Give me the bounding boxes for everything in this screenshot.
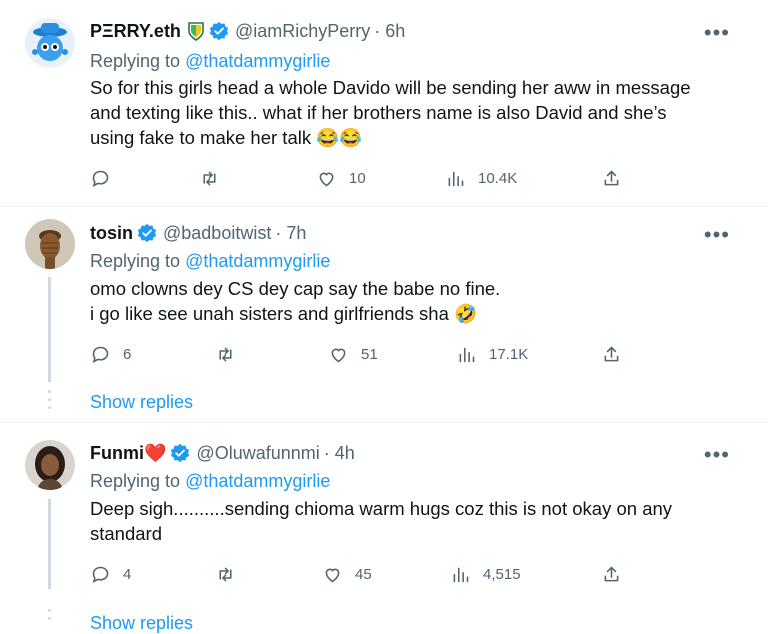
replying-to: Replying to @thatdammygirlie [90,250,330,272]
reply-button[interactable]: 4 [90,564,131,585]
reply-icon [92,566,109,584]
views-chart-icon [459,347,475,363]
replying-to: Replying to @thatdammygirlie [90,470,330,492]
like-button[interactable]: 45 [322,564,372,585]
heart-icon [331,348,346,363]
share-button[interactable] [601,344,622,365]
heart-icon [319,172,334,187]
avatar-funmi[interactable] [25,440,75,490]
share-button[interactable] [601,564,622,585]
tweet-tosin[interactable]: tosin @badboitwist · 7h ••• Replying to … [0,207,768,422]
person-photo-avatar-icon [25,440,75,490]
red-heart-icon: ❤️ [144,443,167,463]
replying-prefix: Replying to [90,51,181,71]
verified-badge-icon [170,443,190,463]
more-options-icon[interactable]: ••• [704,444,730,466]
timestamp[interactable]: · 4h [324,442,355,464]
share-button[interactable] [601,168,622,189]
shield-icon [187,21,205,41]
tweet-actions: 4 45 4,515 [90,564,650,586]
display-name[interactable]: tosin [90,222,133,244]
replying-to-link[interactable]: @thatdammygirlie [185,471,330,491]
avatar-perry[interactable] [25,18,75,68]
tweet-text-line: omo clowns dey CS dey cap say the babe n… [90,278,501,299]
replying-to: Replying to @thatdammygirlie [90,50,330,72]
reply-button[interactable] [90,168,123,189]
thread-line [48,499,51,589]
thread-line [48,277,51,382]
verified-badge-icon [209,21,229,41]
retweet-icon [219,347,232,362]
tweet-text: omo clowns dey CS dey cap say the babe n… [90,276,730,326]
replying-to-link[interactable]: @thatdammygirlie [185,251,330,271]
reply-icon [92,170,109,188]
share-icon [604,170,619,186]
like-button[interactable]: 10 [316,168,366,189]
tweet-text-line: and texting like this.. what if her brot… [90,102,667,123]
thread-dots [48,390,51,414]
reply-count: 6 [123,346,132,363]
tweet-actions: 6 51 17.1K [90,344,650,366]
tweet-header: PΞRRY.eth @iamRichyPerry · 6h [90,20,405,42]
timestamp[interactable]: · 6h [374,20,405,42]
retweet-icon [203,171,216,186]
heart-icon [325,568,340,583]
verified-badge-icon [137,223,157,243]
blue-creature-avatar-icon [25,18,75,68]
views-button[interactable]: 4,515 [450,564,521,585]
view-count: 17.1K [489,346,529,363]
like-button[interactable]: 51 [328,344,378,365]
retweet-button[interactable] [199,168,220,189]
reply-icon [92,346,109,364]
tweet-text-line: using fake to make her talk 😂😂 [90,127,363,148]
replying-prefix: Replying to [90,471,181,491]
more-options-icon[interactable]: ••• [704,22,730,44]
retweet-icon [219,567,232,582]
share-icon [604,346,619,362]
thread-dots [48,609,51,625]
like-count: 51 [361,346,378,363]
display-name[interactable]: Funmi [90,442,144,464]
tweet-text-line: i go like see unah sisters and girlfrien… [90,303,478,324]
show-replies-link[interactable]: Show replies [90,392,193,413]
views-button[interactable]: 17.1K [456,344,528,365]
views-chart-icon [453,567,469,583]
tweet-header: Funmi ❤️ @Oluwafunnmi · 4h [90,442,355,464]
handle[interactable]: @badboitwist [163,222,271,244]
handle[interactable]: @iamRichyPerry [235,20,370,42]
tweet-funmi[interactable]: Funmi ❤️ @Oluwafunnmi · 4h ••• Replying … [0,423,768,633]
tweet-text-line: standard [90,523,162,544]
show-replies-link[interactable]: Show replies [90,613,193,634]
replying-to-link[interactable]: @thatdammygirlie [185,51,330,71]
bronze-head-avatar-icon [25,219,75,269]
views-chart-icon [448,171,464,187]
views-button[interactable]: 10.4K [445,168,517,189]
reply-button[interactable]: 6 [90,344,131,365]
tweet-text: Deep sigh..........sending chioma warm h… [90,496,730,546]
view-count: 4,515 [483,566,521,583]
retweet-button[interactable] [215,344,236,365]
like-count: 10 [349,170,366,187]
replying-prefix: Replying to [90,251,181,271]
tweet-text-line: So for this girls head a whole Davido wi… [90,77,691,98]
display-name[interactable]: PΞRRY.eth [90,20,181,42]
tweet-text: So for this girls head a whole Davido wi… [90,75,730,150]
tweet-perry[interactable]: PΞRRY.eth @iamRichyPerry · 6h ••• Replyi… [0,0,768,206]
reply-count: 4 [123,566,132,583]
like-count: 45 [355,566,372,583]
handle[interactable]: @Oluwafunnmi [196,442,319,464]
tweet-actions: 10 10.4K [90,168,650,190]
view-count: 10.4K [478,170,518,187]
avatar-tosin[interactable] [25,219,75,269]
tweet-header: tosin @badboitwist · 7h [90,222,306,244]
share-icon [604,566,619,582]
tweet-text-line: Deep sigh..........sending chioma warm h… [90,498,673,519]
more-options-icon[interactable]: ••• [704,224,730,246]
retweet-button[interactable] [215,564,236,585]
timestamp[interactable]: · 7h [275,222,306,244]
